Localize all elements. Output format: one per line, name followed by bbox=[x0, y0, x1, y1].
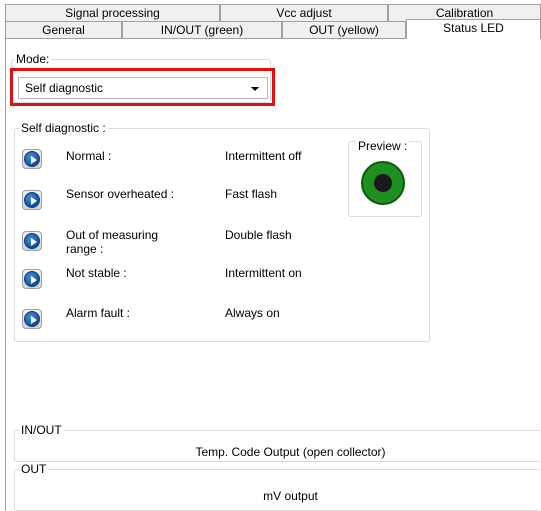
led-preview-icon bbox=[361, 161, 405, 205]
tab-signal-processing[interactable]: Signal processing bbox=[5, 4, 220, 21]
tab-label: Status LED bbox=[443, 21, 504, 35]
mode-selected-value: Self diagnostic bbox=[25, 81, 104, 95]
tab-out-yellow[interactable]: OUT (yellow) bbox=[282, 21, 406, 38]
row-value: Intermittent off bbox=[225, 149, 302, 163]
tab-label: General bbox=[42, 23, 85, 37]
tab-label: OUT (yellow) bbox=[309, 23, 379, 37]
play-not-stable-button[interactable] bbox=[22, 269, 42, 289]
row-value: Fast flash bbox=[225, 187, 278, 201]
play-out-of-range-button[interactable] bbox=[22, 231, 42, 251]
row-label: Not stable : bbox=[66, 266, 127, 280]
row-label: Out of measuring range : bbox=[66, 228, 159, 256]
play-icon bbox=[24, 233, 40, 249]
row-value: Intermittent on bbox=[225, 266, 302, 280]
mode-label: Mode: bbox=[14, 52, 52, 66]
tab-divider bbox=[5, 38, 406, 39]
preview-label: Preview : bbox=[356, 139, 410, 153]
in-out-title: IN/OUT bbox=[19, 423, 64, 437]
row-label: Sensor overheated : bbox=[66, 187, 175, 201]
self-diagnostic-title: Self diagnostic : bbox=[19, 121, 108, 135]
play-icon bbox=[24, 192, 40, 208]
tab-status-led[interactable]: Status LED bbox=[406, 19, 541, 39]
out-title: OUT bbox=[19, 462, 49, 476]
row-value: Double flash bbox=[225, 228, 292, 242]
mode-dropdown[interactable]: Self diagnostic bbox=[18, 77, 268, 99]
play-icon bbox=[24, 151, 40, 167]
tab-vcc-adjust[interactable]: Vcc adjust bbox=[220, 4, 388, 21]
out-value: mV output bbox=[263, 489, 318, 503]
tab-label: Signal processing bbox=[65, 6, 160, 20]
row-label: Normal : bbox=[66, 149, 112, 163]
tab-general[interactable]: General bbox=[5, 21, 122, 38]
play-icon bbox=[24, 271, 40, 287]
chevron-down-icon bbox=[251, 87, 259, 91]
play-normal-button[interactable] bbox=[22, 149, 42, 169]
tab-label: IN/OUT (green) bbox=[160, 23, 244, 37]
play-overheated-button[interactable] bbox=[22, 190, 42, 210]
tab-label: Vcc adjust bbox=[276, 6, 332, 20]
in-out-value: Temp. Code Output (open collector) bbox=[195, 445, 386, 459]
play-icon bbox=[24, 311, 40, 327]
row-value: Always on bbox=[225, 306, 280, 320]
tab-in-out-green[interactable]: IN/OUT (green) bbox=[122, 21, 282, 38]
play-alarm-fault-button[interactable] bbox=[22, 309, 42, 329]
tab-label: Calibration bbox=[435, 6, 494, 20]
row-label: Alarm fault : bbox=[66, 306, 131, 320]
